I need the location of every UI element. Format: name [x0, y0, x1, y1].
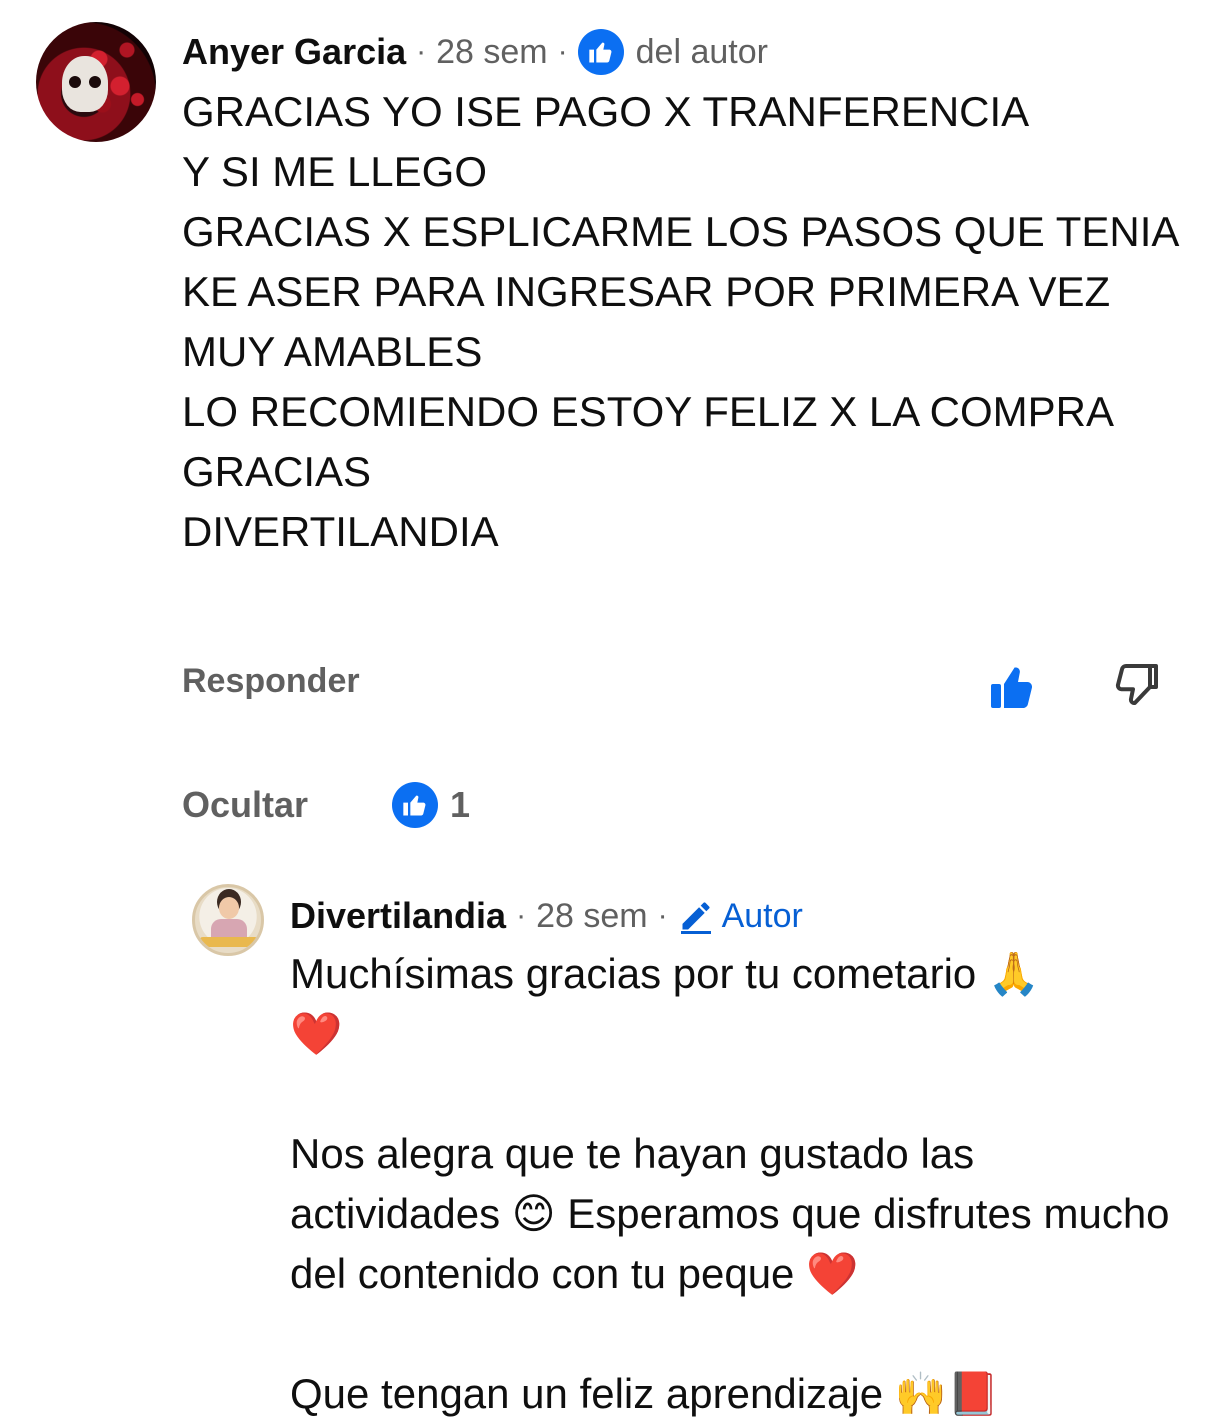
- like-count: 1: [450, 784, 471, 825]
- reply-author-avatar[interactable]: [192, 884, 264, 956]
- thumbs-up-icon: [991, 667, 1033, 708]
- reply-timestamp[interactable]: 28 sem: [536, 897, 648, 936]
- like-badge-icon: [577, 29, 624, 75]
- commenter-avatar[interactable]: [36, 22, 156, 142]
- thumbs-down-icon: [1115, 664, 1158, 705]
- reply-text: Muchísimas gracias por tu cometario 🙏 ❤️…: [290, 950, 1170, 1417]
- pencil-icon: [680, 902, 711, 934]
- separator-dot: ·: [416, 35, 427, 68]
- liked-by-author-label: del autor: [635, 32, 768, 71]
- comment-header: Anyer Garcia · 28 sem · del autor: [182, 29, 768, 75]
- avatar-face: [219, 897, 239, 919]
- author-badge-label: Autor: [721, 896, 803, 935]
- separator-dot: ·: [657, 899, 668, 932]
- avatar-ribbon: [199, 937, 259, 947]
- like-button[interactable]: [984, 656, 1044, 716]
- comment-author-name[interactable]: Anyer Garcia: [182, 31, 406, 73]
- author-badge: Autor: [678, 897, 803, 936]
- separator-dot: ·: [516, 899, 527, 932]
- dislike-button[interactable]: [1106, 656, 1166, 716]
- reply-header: Divertilandia · 28 sem · Autor: [290, 894, 803, 938]
- comment-timestamp[interactable]: 28 sem: [436, 33, 548, 72]
- reply-author-name[interactable]: Divertilandia: [290, 895, 506, 937]
- like-badge-icon: [392, 782, 438, 828]
- avatar-skull: [62, 56, 108, 112]
- reply-button[interactable]: Responder: [182, 662, 360, 701]
- separator-dot: ·: [557, 35, 568, 68]
- hide-replies-button[interactable]: Ocultar: [182, 784, 308, 826]
- comment-text: GRACIAS YO ISE PAGO X TRANFERENCIA Y SI …: [182, 88, 1178, 555]
- reply-like-summary: 1: [392, 782, 470, 828]
